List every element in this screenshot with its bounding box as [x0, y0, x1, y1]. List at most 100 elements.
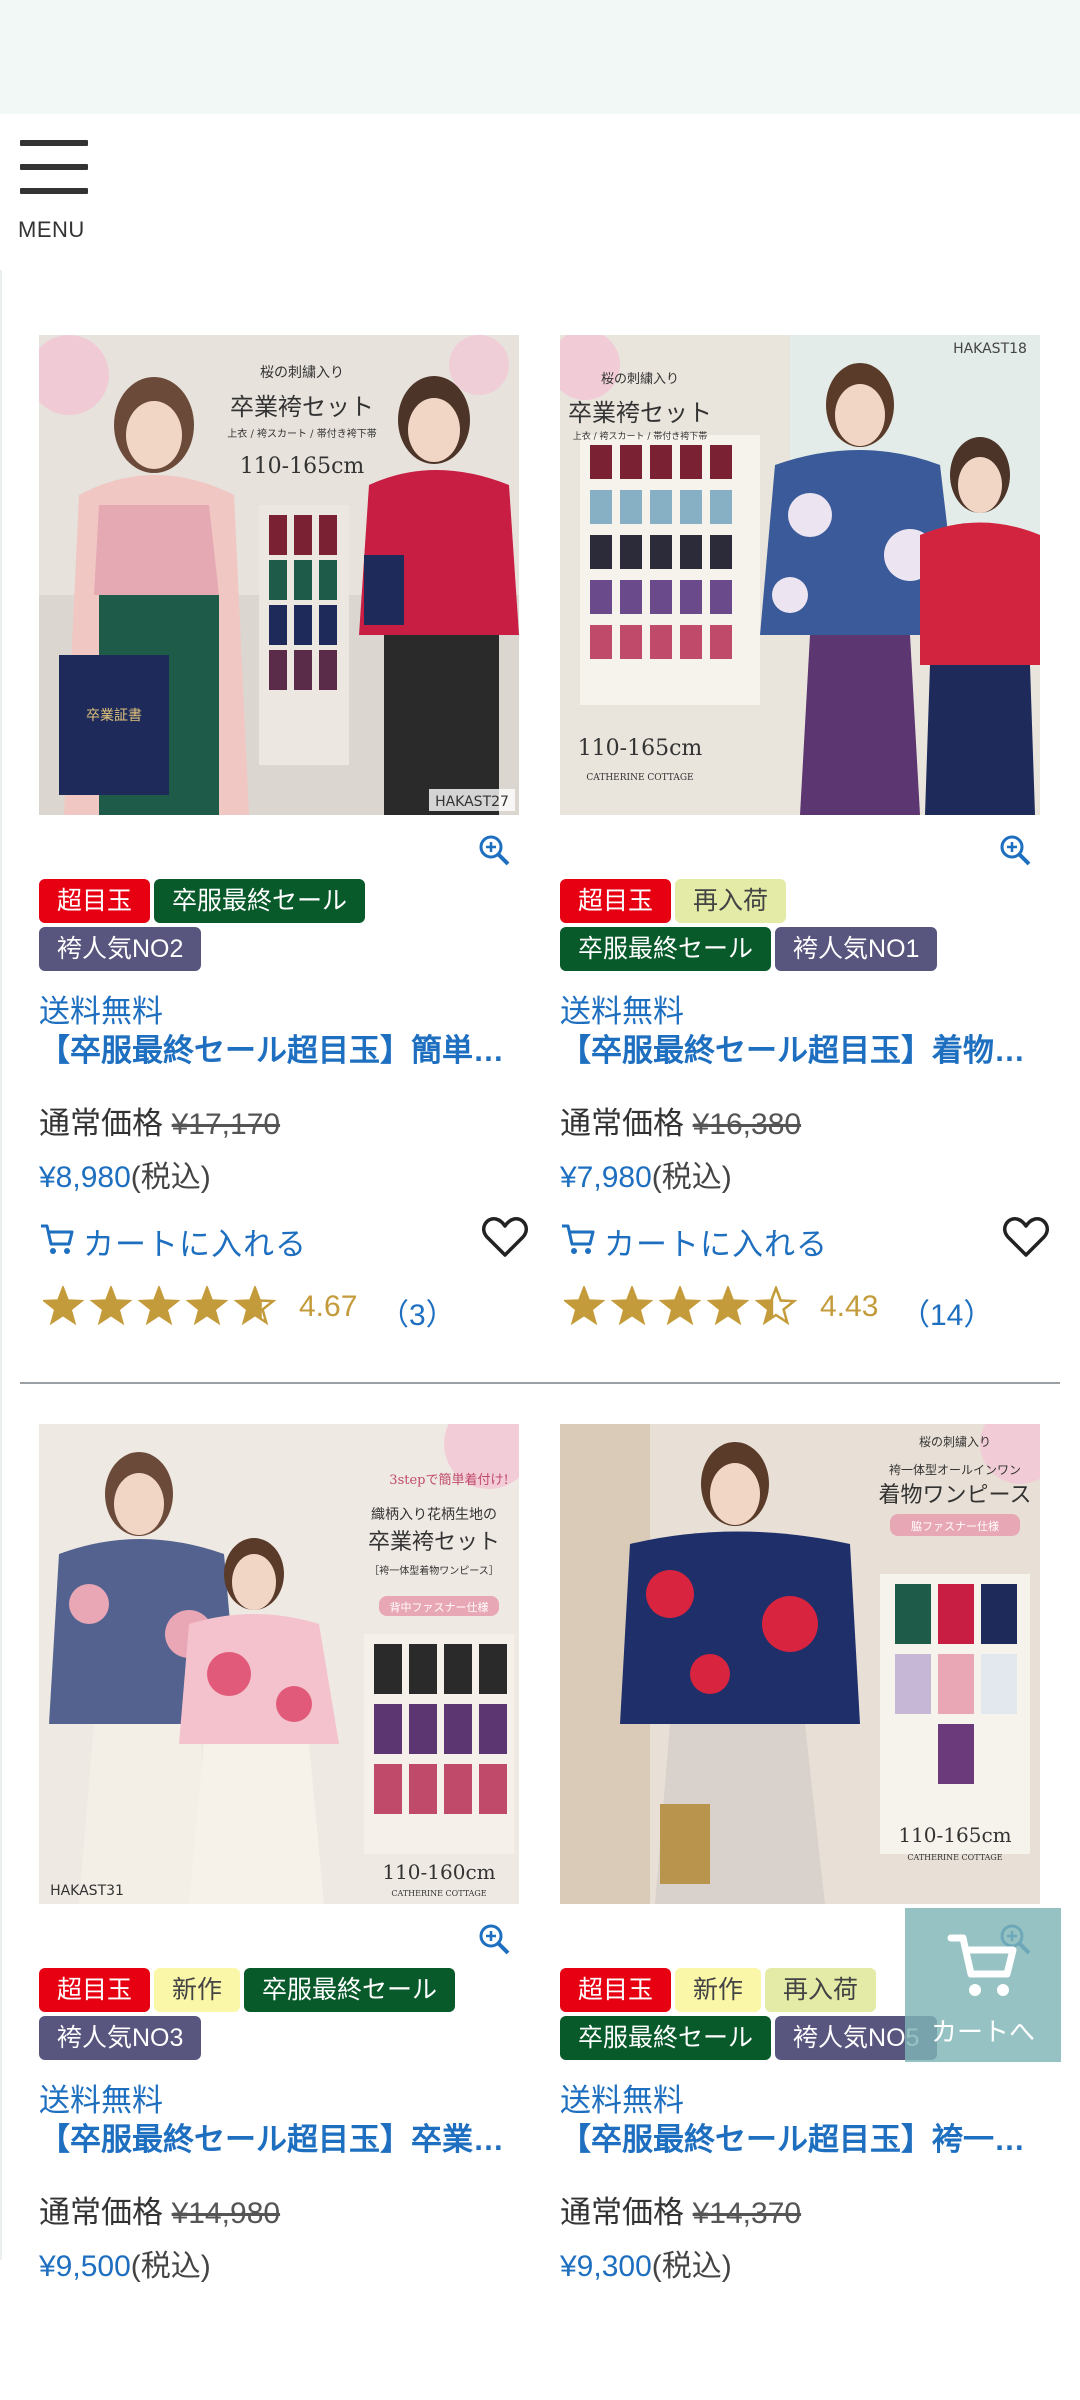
star — [613, 1288, 651, 1323]
svg-text:織柄入り花柄生地の: 織柄入り花柄生地の — [371, 1507, 497, 1523]
badge: 超目玉 — [560, 879, 672, 923]
regular-price-value: ¥14,370 — [692, 2197, 802, 2230]
favorite-heart-icon[interactable] — [1002, 1215, 1050, 1259]
svg-text:CATHERINE COTTAGE: CATHERINE COTTAGE — [907, 1853, 1002, 1862]
top-banner — [0, 0, 1080, 114]
free-shipping-label: 送料無料 — [560, 2083, 684, 2118]
product-image[interactable]: 桜の刺繍入り 袴一体型オールインワン 着物ワンピース 脇ファスナー仕様 110-… — [560, 1424, 1040, 1904]
badge: 卒服最終セール — [560, 927, 772, 971]
free-shipping-label: 送料無料 — [39, 2083, 163, 2118]
badge-group: 超目玉 新作 卒服最終セール 袴人気NO3 — [39, 1968, 539, 2064]
regular-price-value: ¥16,380 — [692, 1108, 802, 1141]
favorite-heart-icon[interactable] — [481, 1215, 529, 1259]
product-image[interactable]: 3stepで簡単着付け! 織柄入り花柄生地の 卒業袴セット ［袴一体型着物ワンピ… — [39, 1424, 519, 1904]
badge: 卒服最終セール — [560, 2016, 772, 2060]
badge: 袴人気NO3 — [39, 2016, 202, 2060]
svg-text:3stepで簡単着付け!: 3stepで簡単着付け! — [389, 1472, 508, 1488]
zoom-icon[interactable] — [477, 833, 511, 867]
regular-price-label: 通常価格 — [560, 1106, 684, 1141]
zoom-icon[interactable] — [998, 833, 1032, 867]
svg-text:110-165cm: 110-165cm — [898, 1823, 1011, 1847]
svg-text:桜の刺繍入り: 桜の刺繍入り — [260, 365, 344, 381]
star — [709, 1288, 747, 1323]
tax-label: (税込) — [651, 2250, 732, 2283]
sale-price-value: ¥9,300 — [560, 2250, 652, 2283]
regular-price: 通常価格 ¥14,370 — [560, 2187, 801, 2232]
free-shipping-label: 送料無料 — [39, 994, 163, 1029]
badge: 卒服最終セール — [154, 879, 366, 923]
rating: 4.67 （3） — [39, 1286, 539, 1332]
svg-text:卒業袴セット: 卒業袴セット — [368, 1530, 500, 1555]
add-to-cart-label: カートに入れる — [604, 1227, 828, 1262]
tax-label: (税込) — [651, 1161, 732, 1194]
regular-price: 通常価格 ¥17,170 — [39, 1098, 280, 1143]
star — [188, 1288, 226, 1323]
product-card[interactable]: 桜の刺繍入り 卒業袴セット 上衣 / 袴スカート / 帯付き袴下帯 110-16… — [560, 335, 1060, 1335]
sale-price-value: ¥8,980 — [39, 1161, 131, 1194]
sale-price: ¥7,980(税込) — [560, 1152, 732, 1196]
review-count-link[interactable]: （14） — [900, 1290, 993, 1334]
svg-text:上衣 / 袴スカート / 帯付き袴下帯: 上衣 / 袴スカート / 帯付き袴下帯 — [573, 430, 708, 442]
svg-text:110-160cm: 110-160cm — [382, 1860, 495, 1884]
review-count-link[interactable]: （3） — [379, 1290, 456, 1334]
hamburger-icon — [20, 140, 88, 198]
badge: 超目玉 — [39, 879, 151, 923]
floating-cart-label: カートへ — [930, 2017, 1035, 2047]
tax-label: (税込) — [130, 1161, 211, 1194]
badge: 袴人気NO1 — [775, 927, 938, 971]
star — [661, 1288, 699, 1323]
svg-text:110-165cm: 110-165cm — [240, 454, 365, 479]
svg-text:上衣 / 袴スカート / 帯付き袴下帯: 上衣 / 袴スカート / 帯付き袴下帯 — [227, 427, 376, 440]
floating-cart-button[interactable]: カートへ — [905, 1908, 1061, 2062]
svg-text:桜の刺繍入り: 桜の刺繍入り — [919, 1435, 991, 1449]
svg-text:HAKAST31: HAKAST31 — [50, 1883, 124, 1899]
star-rating-icon — [564, 1286, 798, 1326]
svg-text:CATHERINE COTTAGE: CATHERINE COTTAGE — [586, 773, 693, 783]
tax-label: (税込) — [130, 2250, 211, 2283]
row-divider — [20, 1382, 1060, 1384]
add-to-cart-label: カートに入れる — [83, 1227, 307, 1262]
svg-text:背中ファスナー仕様: 背中ファスナー仕様 — [390, 1600, 489, 1614]
sale-price: ¥8,980(税込) — [39, 1152, 211, 1196]
product-card[interactable]: 3stepで簡単着付け! 織柄入り花柄生地の 卒業袴セット ［袴一体型着物ワンピ… — [39, 1424, 539, 2284]
rating-score: 4.43 — [820, 1290, 879, 1323]
badge: 卒服最終セール — [244, 1968, 456, 2012]
badge-group: 超目玉 卒服最終セール 袴人気NO2 — [39, 879, 539, 975]
badge: 再入荷 — [765, 1968, 877, 2012]
menu-label: MENU — [18, 217, 85, 242]
product-image[interactable]: 桜の刺繍入り 卒業袴セット 上衣 / 袴スカート / 帯付き袴下帯 110-16… — [560, 335, 1040, 815]
star — [92, 1288, 130, 1323]
star — [140, 1288, 178, 1323]
svg-text:卒業袴セット: 卒業袴セット — [230, 393, 374, 421]
product-card[interactable]: 桜の刺繍入り 卒業袴セット 上衣 / 袴スカート / 帯付き袴下帯 110-16… — [39, 335, 539, 1335]
regular-price-value: ¥17,170 — [171, 1108, 281, 1141]
product-title-link[interactable]: 【卒服最終セール超目玉】卒業袴セット — [39, 2121, 519, 2159]
regular-price: 通常価格 ¥16,380 — [560, 1098, 801, 1143]
cart-icon — [947, 1934, 1017, 1996]
svg-text:110-165cm: 110-165cm — [578, 736, 703, 761]
cart-icon — [562, 1224, 595, 1254]
svg-text:HAKAST18: HAKAST18 — [953, 341, 1027, 357]
sale-price: ¥9,500(税込) — [39, 2241, 211, 2285]
product-title-link[interactable]: 【卒服最終セール超目玉】袴一体型 — [560, 2121, 1040, 2159]
zoom-icon[interactable] — [477, 1922, 511, 1956]
product-image[interactable]: 桜の刺繍入り 卒業袴セット 上衣 / 袴スカート / 帯付き袴下帯 110-16… — [39, 335, 519, 815]
badge: 新作 — [675, 1968, 762, 2012]
free-shipping-label: 送料無料 — [560, 994, 684, 1029]
badge: 再入荷 — [675, 879, 787, 923]
svg-text:HAKAST27: HAKAST27 — [435, 794, 509, 810]
product-card[interactable]: 桜の刺繍入り 袴一体型オールインワン 着物ワンピース 脇ファスナー仕様 110-… — [560, 1424, 1060, 2284]
cart-icon — [41, 1224, 74, 1254]
svg-text:CATHERINE COTTAGE: CATHERINE COTTAGE — [391, 1889, 486, 1898]
badge: 新作 — [154, 1968, 241, 2012]
badge: 袴人気NO2 — [39, 927, 202, 971]
product-title-link[interactable]: 【卒服最終セール超目玉】着物と袴 — [560, 1032, 1040, 1070]
regular-price-label: 通常価格 — [560, 2195, 684, 2230]
sale-price: ¥9,300(税込) — [560, 2241, 732, 2285]
svg-text:卒業袴セット: 卒業袴セット — [568, 399, 712, 427]
sale-price-value: ¥7,980 — [560, 1161, 652, 1194]
product-title-link[interactable]: 【卒服最終セール超目玉】簡単着付け — [39, 1032, 519, 1070]
regular-price-label: 通常価格 — [39, 2195, 163, 2230]
menu-button[interactable]: MENU — [18, 135, 88, 245]
rating: 4.43 （14） — [560, 1286, 1060, 1332]
